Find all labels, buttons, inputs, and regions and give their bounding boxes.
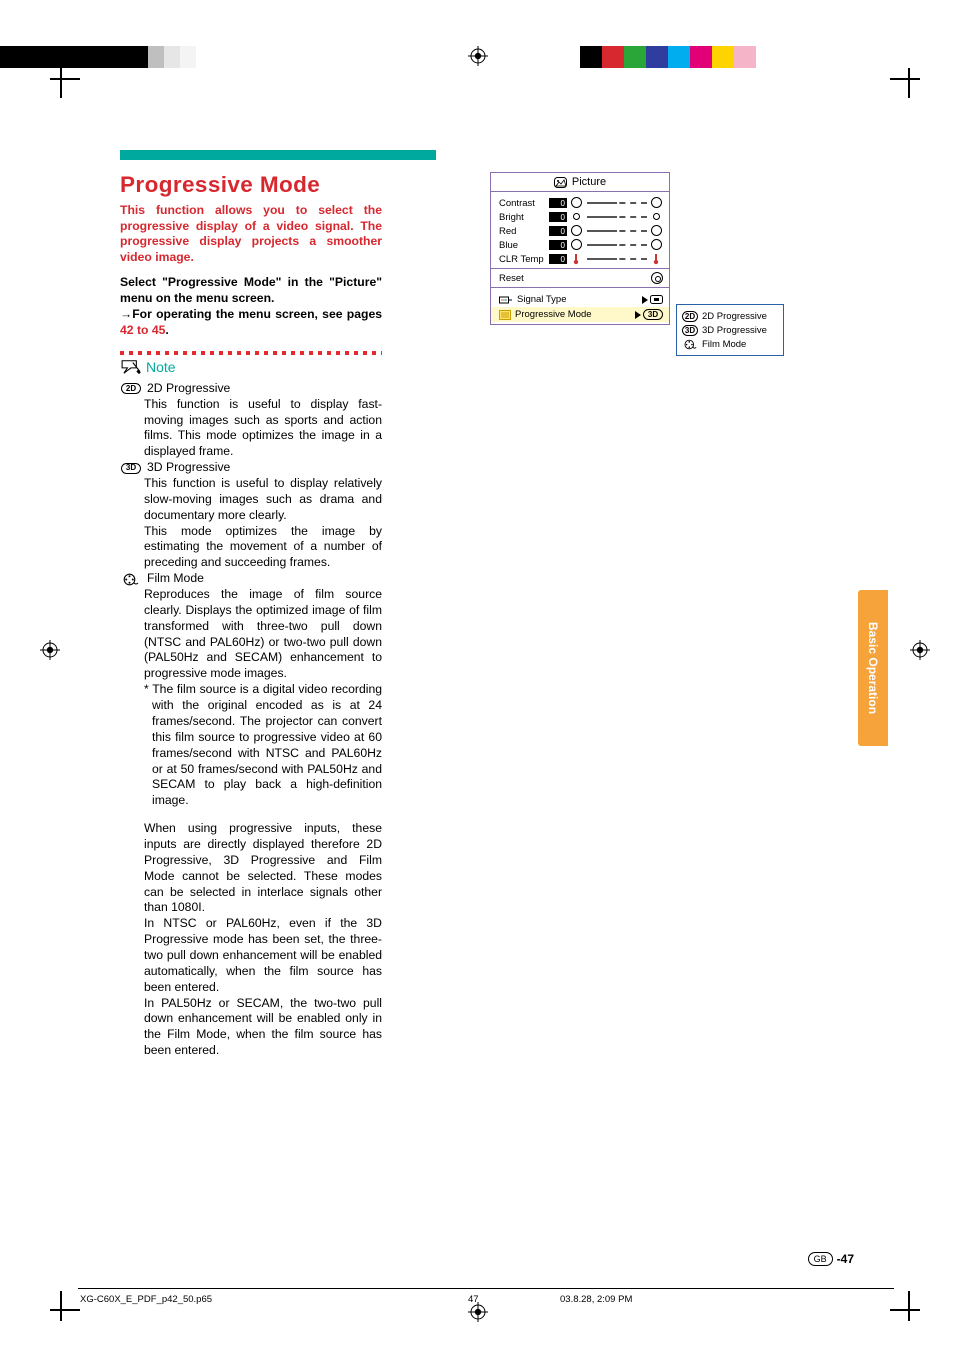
note-divider [120,349,382,357]
arrow-right-icon [642,296,648,304]
mode-3d-title: 3D Progressive [147,460,230,476]
osd-row-red: Red 0 [499,224,663,238]
progressive-mode-options: 2D 2D Progressive 3D 3D Progressive Film… [676,304,784,356]
instruction-line2a: For operating the menu screen, see pages [132,307,382,321]
osd-picture-menu: Picture Contrast 0 Bright 0 Red 0 Blue 0… [490,172,670,325]
page-number: GB -47 [808,1252,854,1266]
badge-3d-icon: 3D [643,309,663,320]
osd-row-blue: Blue 0 [499,238,663,252]
mode-film-footnote: * The film source is a digital video rec… [144,682,382,809]
registration-mark-icon [910,640,930,665]
mode-film-title: Film Mode [147,571,204,587]
osd-row-progressive-mode: Progressive Mode 3D [491,307,669,322]
thermometer-icon [571,253,583,265]
mode-3d-heading: 3D 3D Progressive [120,460,382,476]
registration-mark-icon [468,1302,488,1327]
intro-text: This function allows you to select the p… [120,203,382,265]
option-2d-progressive: 2D 2D Progressive [682,309,778,323]
badge-2d-icon: 2D [682,311,698,322]
osd-title: Picture [491,173,669,191]
section-tab: Basic Operation [858,590,888,746]
note-label: Note [120,359,382,375]
monitor-icon [650,295,663,305]
badge-3d-icon: 3D [682,325,698,336]
instruction-line2c: . [165,323,168,337]
note-label-text: Note [146,359,176,375]
note-para2: When using progressive inputs, these inp… [144,821,382,916]
signal-type-icon [499,295,513,305]
mode-2d-heading: 2D 2D Progressive [120,381,382,397]
instruction-line1: Select "Progressive Mode" in the "Pictur… [120,275,382,305]
option-3d-progressive: 3D 3D Progressive [682,323,778,337]
osd-row-clrtemp: CLR Temp 0 [499,252,663,266]
footer-filename: XG-C60X_E_PDF_p42_50.p65 [80,1294,212,1305]
language-badge: GB [808,1252,833,1266]
osd-row-signal-type: Signal Type [499,292,663,307]
registration-mark-icon [40,640,60,665]
film-reel-icon [682,339,698,350]
progressive-icon [499,310,511,320]
instruction-block: Select "Progressive Mode" in the "Pictur… [120,275,382,338]
section-rule [120,150,436,160]
page-reference: 42 to 45 [120,323,165,337]
option-film-mode: Film Mode [682,337,778,351]
registration-mark-icon [468,46,488,66]
footer-datetime: 03.8.28, 2:09 PM [560,1294,632,1305]
thermometer-icon [651,253,663,265]
osd-row-contrast: Contrast 0 [499,196,663,210]
picture-icon [554,177,567,188]
mode-film-body: Reproduces the image of film source clea… [144,587,382,682]
arrow-right-icon [635,311,641,319]
mode-film-heading: Film Mode [120,571,382,587]
note-para3: In NTSC or PAL60Hz, even if the 3D Progr… [144,916,382,995]
note-para4: In PAL50Hz or SECAM, the two-two pull do… [144,996,382,1059]
mode-2d-title: 2D Progressive [147,381,230,397]
badge-2d-icon: 2D [120,382,142,395]
printer-color-bars-right [580,46,756,73]
mode-3d-body2: This mode optimizes the image by estimat… [144,524,382,572]
arrow-right-icon: → [120,307,132,321]
reset-icon [651,272,663,284]
badge-3d-icon: 3D [120,462,142,475]
osd-row-bright: Bright 0 [499,210,663,224]
crop-mark-icon [60,78,90,108]
crop-mark-icon [880,78,910,108]
crop-mark-icon [880,1281,910,1311]
mode-3d-body1: This function is useful to display relat… [144,476,382,524]
osd-row-reset: Reset [491,269,669,287]
note-icon [120,359,142,375]
page-number-value: -47 [837,1252,854,1266]
footer-rule [78,1288,894,1289]
film-reel-icon [120,573,142,586]
mode-2d-body: This function is useful to display fast-… [144,397,382,460]
page-heading: Progressive Mode [120,172,382,198]
